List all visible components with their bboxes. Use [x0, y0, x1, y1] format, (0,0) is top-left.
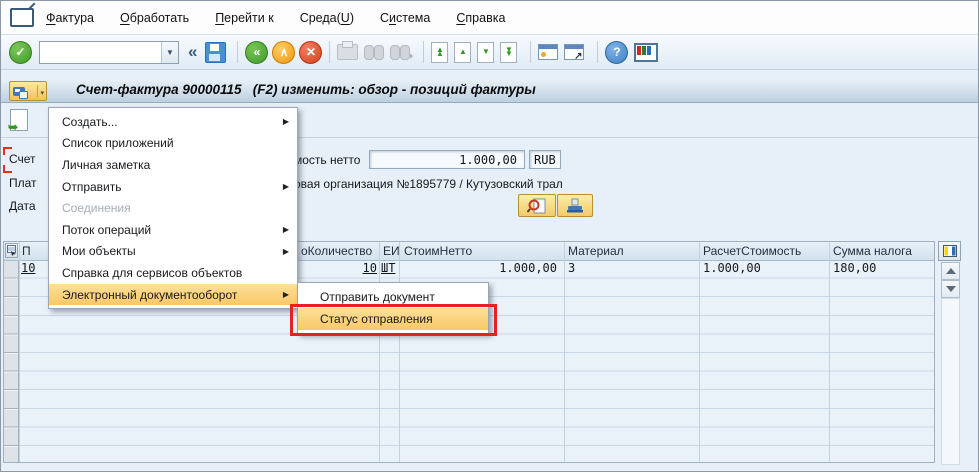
column-header-calc-amount[interactable]: РасчетСтоимость: [703, 244, 801, 258]
context-menu-item-3[interactable]: Отправить▶: [49, 176, 297, 198]
next-page-icon[interactable]: ▼: [477, 42, 494, 63]
toolbar-separator: [237, 41, 238, 63]
date-label: Дата: [9, 199, 36, 213]
scroll-down-button[interactable]: [941, 280, 960, 298]
menubar-items: Фактура Обработать Перейти к Среда(U) Систем…: [46, 9, 531, 27]
context-menu-item-2[interactable]: Личная заметка: [49, 154, 297, 176]
context-menu-item-4: Соединения: [49, 197, 297, 219]
system-menu-icon[interactable]: [10, 8, 34, 27]
menubar-item-5[interactable]: Справка: [456, 11, 505, 25]
context-menu-item-8[interactable]: Электронный документооборот▶: [49, 284, 297, 306]
column-header-quantity[interactable]: оКоличество: [301, 244, 372, 258]
help-icon[interactable]: ?: [605, 41, 628, 64]
cell-position[interactable]: 10: [21, 261, 35, 275]
standard-toolbar: ✓ ▼ « « ∧ ✕ + ▲▲ ▲ ▼ ▼▼ ?: [1, 35, 978, 70]
stamp-icon: [566, 198, 584, 214]
context-menu-item-1[interactable]: Список приложений: [49, 133, 297, 155]
customize-layout-icon[interactable]: [634, 43, 658, 62]
select-all-rows-button[interactable]: [5, 243, 18, 258]
back-icon[interactable]: «: [245, 41, 268, 64]
display-before-image-button[interactable]: [518, 194, 556, 217]
context-menu-item-7[interactable]: Справка для сервисов объектов: [49, 262, 297, 284]
enter-icon[interactable]: ✓: [9, 41, 32, 64]
invoice-label: Счет: [9, 152, 36, 166]
toolbar-separator: [423, 41, 424, 63]
menubar-item-4[interactable]: Система: [380, 11, 430, 25]
last-page-icon[interactable]: ▼▼: [500, 42, 517, 63]
scroll-up-button[interactable]: [941, 262, 960, 280]
exit-icon[interactable]: ∧: [272, 41, 295, 64]
table-settings-icon: [943, 245, 957, 257]
find-icon: [364, 45, 384, 59]
previous-page-icon[interactable]: ▲: [454, 42, 471, 63]
cell-material[interactable]: 3: [568, 261, 575, 275]
toolbar-separator: [597, 41, 598, 63]
column-header-position[interactable]: П: [22, 244, 31, 258]
context-menu-item-5[interactable]: Поток операций▶: [49, 219, 297, 241]
submenu-arrow-icon: ▶: [283, 225, 289, 234]
command-dropdown-icon[interactable]: ▼: [161, 42, 178, 63]
cell-quantity[interactable]: 10: [344, 261, 377, 275]
submenu-arrow-icon: ▶: [283, 247, 289, 256]
sap-window: Фактура Обработать Перейти к Среда(U) Систем…: [0, 0, 979, 472]
menubar-item-2[interactable]: Перейти к: [215, 11, 274, 25]
print-icon: [337, 44, 358, 60]
column-header-unit[interactable]: ЕИ: [383, 244, 400, 258]
services-for-object-icon: [13, 87, 25, 96]
scrollbar-track[interactable]: [941, 298, 960, 465]
toolbar-separator: [329, 41, 330, 63]
menubar-item-1[interactable]: Обработать: [120, 11, 189, 25]
submenu-arrow-icon: ▶: [283, 290, 289, 299]
magnifier-document-icon: [527, 198, 547, 214]
payer-label: Плат: [9, 176, 37, 190]
table-settings-button[interactable]: [938, 241, 961, 261]
column-header-material[interactable]: Материал: [568, 244, 624, 258]
submenu-arrow-icon: ▶: [283, 182, 289, 191]
menubar-item-0[interactable]: Фактура: [46, 11, 94, 25]
toolbar-separator: [530, 41, 531, 63]
cancel-icon[interactable]: ✕: [299, 41, 322, 64]
page-title: Счет-фактура 90000115 (F2) изменить: обз…: [76, 82, 536, 97]
command-field[interactable]: ▼: [39, 41, 179, 64]
column-header-net-amount[interactable]: СтоимНетто: [404, 244, 472, 258]
context-menu-item-6[interactable]: Мои объекты▶: [49, 241, 297, 263]
find-next-icon: +: [390, 45, 410, 59]
net-amount-label: мость нетто: [294, 153, 360, 167]
net-amount-field[interactable]: 1.000,00: [369, 150, 525, 169]
title-bar: ▾ Счет-фактура 90000115 (F2) изменить: о…: [1, 79, 978, 103]
cell-unit[interactable]: ШТ: [381, 261, 395, 275]
display-other-document-icon[interactable]: [10, 109, 28, 131]
submenu-arrow-icon: ▶: [283, 117, 289, 126]
cell-calc-amount[interactable]: 1.000,00: [703, 261, 761, 275]
chevron-down-icon[interactable]: ▾: [37, 85, 44, 97]
cell-tax-amount[interactable]: 180,00: [833, 261, 876, 275]
context-menu-item-0[interactable]: Создать...▶: [49, 111, 297, 133]
column-header-tax-amount[interactable]: Сумма налога: [833, 244, 912, 258]
services-for-object-button[interactable]: ▾: [9, 81, 47, 101]
minimize-toolbar-icon[interactable]: «: [188, 42, 197, 62]
currency-field[interactable]: RUB: [529, 150, 561, 169]
create-shortcut-icon[interactable]: [564, 44, 584, 60]
row-selector-column[interactable]: [4, 260, 19, 462]
menubar-item-3[interactable]: Среда(U): [300, 11, 354, 25]
annotation-red-box: [290, 304, 497, 336]
menu-bar: Фактура Обработать Перейти к Среда(U) Систем…: [1, 1, 978, 35]
first-page-icon[interactable]: ▲▲: [431, 42, 448, 63]
payer-text: овая организация №1895779 / Кутузовский …: [294, 177, 563, 191]
new-session-icon[interactable]: [538, 44, 558, 60]
cell-net-amount[interactable]: 1.000,00: [454, 261, 557, 275]
focus-marker: [3, 165, 12, 173]
context-menu: Создать...▶Список приложенийЛичная замет…: [48, 107, 298, 309]
print-invoice-button[interactable]: [557, 194, 593, 217]
save-icon[interactable]: [205, 42, 226, 63]
